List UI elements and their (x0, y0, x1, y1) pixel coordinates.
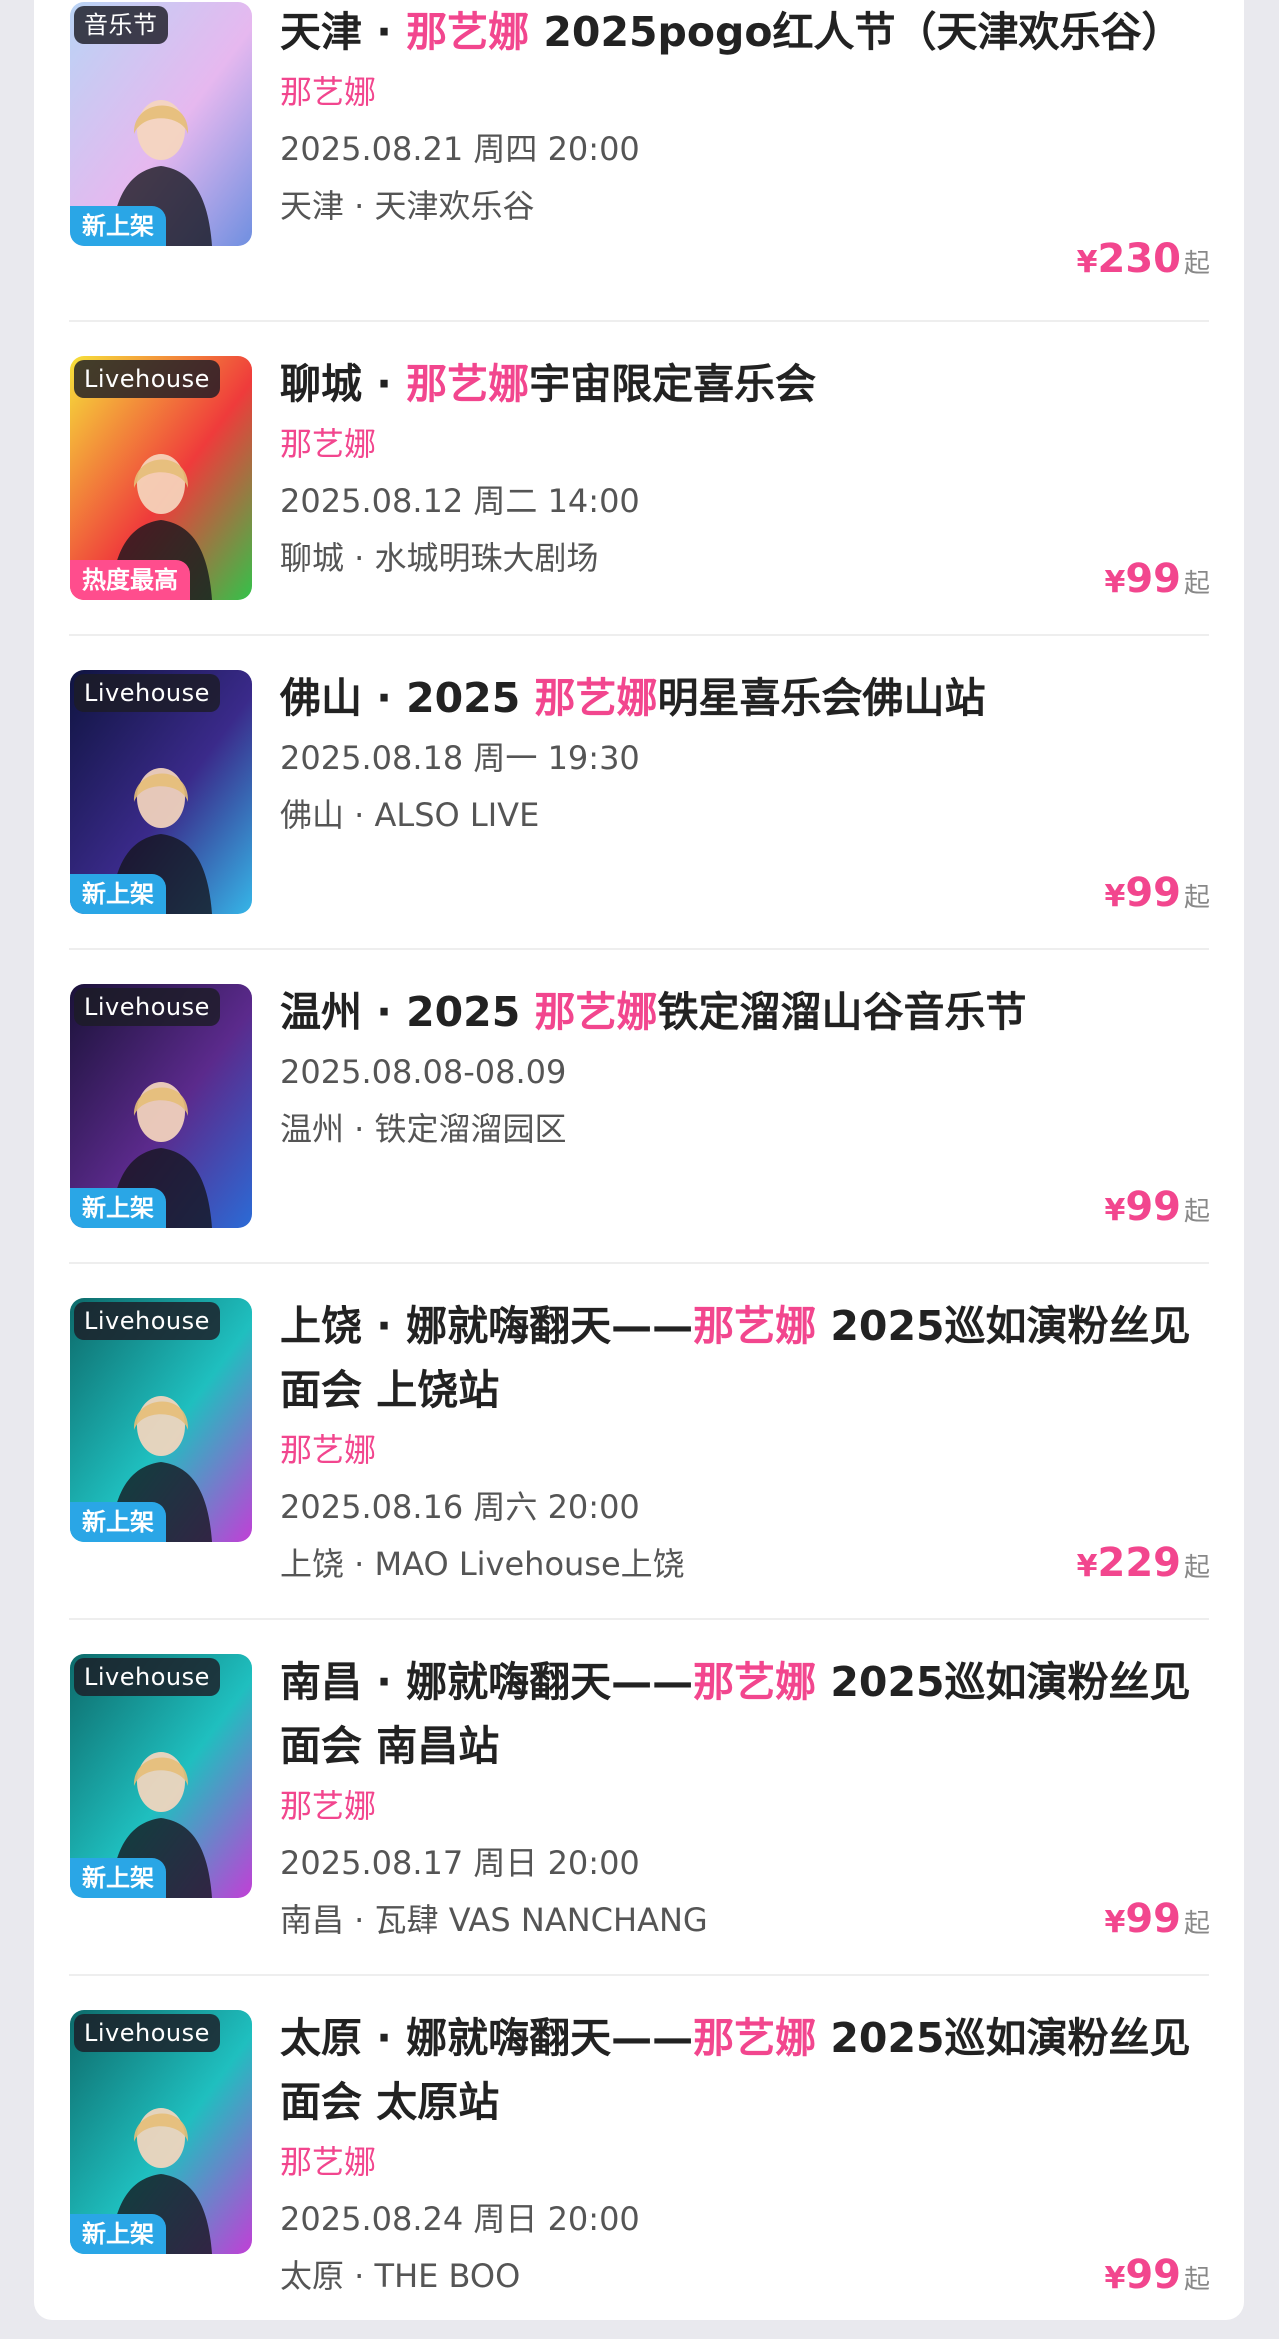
event-artist: 那艺娜 (280, 1431, 377, 1469)
event-price: ¥99 起 (1104, 2252, 1210, 2298)
event-price: ¥99 起 (1104, 556, 1210, 602)
event-date: 2025.08.16 周六 20:00 (280, 1488, 640, 1526)
event-info: 太原 · 娜就嗨翻天——那艺娜 2025巡如演粉丝见面会 太原站 那艺娜 202… (280, 2006, 1220, 2305)
title-artist-highlight: 那艺娜 (693, 1302, 817, 1350)
event-poster[interactable]: Livehouse 新上架 (70, 984, 252, 1228)
event-price: ¥230 起 (1076, 236, 1210, 282)
event-poster[interactable]: 音乐节 新上架 (70, 2, 252, 246)
results-sheet: 音乐节 新上架 天津 · 那艺娜 2025pogo红人节（天津欢乐谷） 那艺娜 … (34, 0, 1244, 2320)
category-tag: Livehouse (74, 360, 220, 398)
event-price: ¥99 起 (1104, 1184, 1210, 1230)
event-card[interactable]: Livehouse 热度最高 聊城 · 那艺娜宇宙限定喜乐会 那艺娜 2025.… (34, 320, 1244, 634)
event-card[interactable]: Livehouse 新上架 上饶 · 娜就嗨翻天——那艺娜 2025巡如演粉丝见… (34, 1262, 1244, 1618)
event-artist: 那艺娜 (280, 1787, 377, 1825)
title-artist-highlight: 那艺娜 (693, 1658, 817, 1706)
title-artist-highlight: 那艺娜 (406, 360, 530, 408)
category-tag: Livehouse (74, 988, 220, 1026)
category-tag: Livehouse (74, 1658, 220, 1696)
event-date: 2025.08.24 周日 20:00 (280, 2200, 640, 2238)
event-info: 南昌 · 娜就嗨翻天——那艺娜 2025巡如演粉丝见面会 南昌站 那艺娜 202… (280, 1650, 1220, 1949)
category-tag: Livehouse (74, 1302, 220, 1340)
event-title[interactable]: 上饶 · 娜就嗨翻天——那艺娜 2025巡如演粉丝见面会 上饶站 (280, 1294, 1220, 1422)
event-price: ¥99 起 (1104, 870, 1210, 916)
event-title[interactable]: 天津 · 那艺娜 2025pogo红人节（天津欢乐谷） (280, 0, 1220, 64)
event-artist: 那艺娜 (280, 73, 377, 111)
title-artist-highlight: 那艺娜 (693, 2014, 817, 2062)
event-date: 2025.08.12 周二 14:00 (280, 482, 640, 520)
category-tag: Livehouse (74, 2014, 220, 2052)
badge-new: 新上架 (70, 874, 166, 914)
event-price: ¥99 起 (1104, 1896, 1210, 1942)
title-artist-highlight: 那艺娜 (534, 674, 658, 722)
badge-new: 新上架 (70, 1188, 166, 1228)
event-date: 2025.08.21 周四 20:00 (280, 130, 640, 168)
event-info: 佛山 · 2025 那艺娜明星喜乐会佛山站 2025.08.18 周一 19:3… (280, 666, 1220, 844)
event-poster[interactable]: Livehouse 新上架 (70, 2010, 252, 2254)
event-venue: 太原 · THE BOO (280, 2257, 521, 2295)
event-card[interactable]: 音乐节 新上架 天津 · 那艺娜 2025pogo红人节（天津欢乐谷） 那艺娜 … (34, 0, 1244, 320)
event-artist: 那艺娜 (280, 425, 377, 463)
badge-new: 新上架 (70, 1858, 166, 1898)
title-artist-highlight: 那艺娜 (406, 8, 530, 56)
event-info: 温州 · 2025 那艺娜铁定溜溜山谷音乐节 2025.08.08-08.09 … (280, 980, 1220, 1158)
event-venue: 温州 · 铁定溜溜园区 (280, 1110, 567, 1148)
event-title[interactable]: 聊城 · 那艺娜宇宙限定喜乐会 (280, 352, 1220, 416)
event-date: 2025.08.08-08.09 (280, 1053, 567, 1091)
event-poster[interactable]: Livehouse 热度最高 (70, 356, 252, 600)
event-poster[interactable]: Livehouse 新上架 (70, 1654, 252, 1898)
event-card[interactable]: Livehouse 新上架 温州 · 2025 那艺娜铁定溜溜山谷音乐节 202… (34, 948, 1244, 1262)
event-poster[interactable]: Livehouse 新上架 (70, 1298, 252, 1542)
event-title[interactable]: 佛山 · 2025 那艺娜明星喜乐会佛山站 (280, 666, 1220, 730)
event-venue: 南昌 · 瓦肆 VAS NANCHANG (280, 1901, 708, 1939)
badge-new: 新上架 (70, 2214, 166, 2254)
title-artist-highlight: 那艺娜 (534, 988, 658, 1036)
badge-new: 新上架 (70, 1502, 166, 1542)
event-poster[interactable]: Livehouse 新上架 (70, 670, 252, 914)
event-date: 2025.08.18 周一 19:30 (280, 739, 640, 777)
event-card[interactable]: Livehouse 新上架 佛山 · 2025 那艺娜明星喜乐会佛山站 2025… (34, 634, 1244, 948)
event-price: ¥229 起 (1076, 1540, 1210, 1586)
event-venue: 佛山 · ALSO LIVE (280, 796, 540, 834)
event-date: 2025.08.17 周日 20:00 (280, 1844, 640, 1882)
event-card[interactable]: Livehouse 新上架 太原 · 娜就嗨翻天——那艺娜 2025巡如演粉丝见… (34, 1974, 1244, 2314)
event-venue: 天津 · 天津欢乐谷 (280, 187, 535, 225)
category-tag: Livehouse (74, 674, 220, 712)
event-info: 聊城 · 那艺娜宇宙限定喜乐会 那艺娜 2025.08.12 周二 14:00 … (280, 352, 1220, 587)
event-venue: 聊城 · 水城明珠大剧场 (280, 539, 599, 577)
event-title[interactable]: 温州 · 2025 那艺娜铁定溜溜山谷音乐节 (280, 980, 1220, 1044)
event-card[interactable]: Livehouse 新上架 南昌 · 娜就嗨翻天——那艺娜 2025巡如演粉丝见… (34, 1618, 1244, 1974)
event-title[interactable]: 南昌 · 娜就嗨翻天——那艺娜 2025巡如演粉丝见面会 南昌站 (280, 1650, 1220, 1778)
category-tag: 音乐节 (74, 6, 168, 44)
event-info: 天津 · 那艺娜 2025pogo红人节（天津欢乐谷） 那艺娜 2025.08.… (280, 0, 1220, 235)
event-artist: 那艺娜 (280, 2143, 377, 2181)
badge-hottest: 热度最高 (70, 560, 190, 600)
badge-new: 新上架 (70, 206, 166, 246)
event-title[interactable]: 太原 · 娜就嗨翻天——那艺娜 2025巡如演粉丝见面会 太原站 (280, 2006, 1220, 2134)
